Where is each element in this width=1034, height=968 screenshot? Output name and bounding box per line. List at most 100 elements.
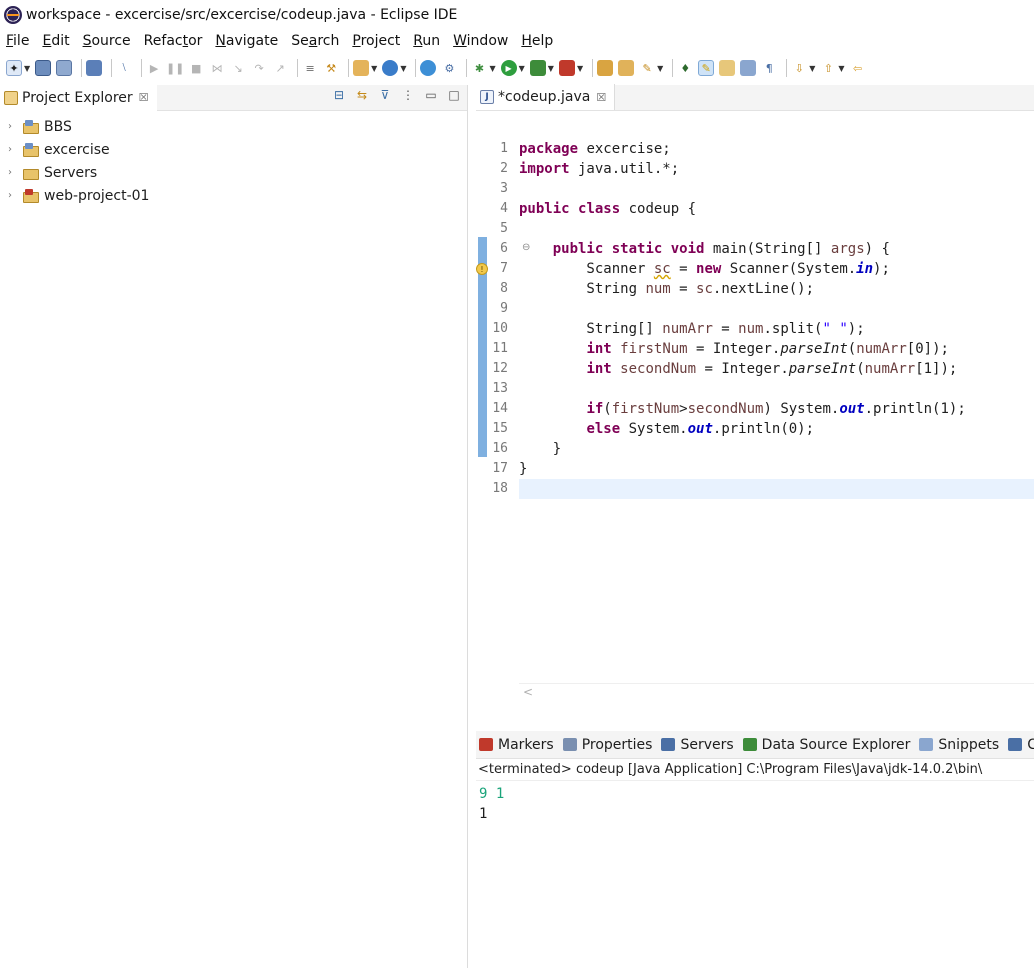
run-on-server-icon[interactable]: ⚙	[441, 60, 457, 76]
chevron-right-icon[interactable]: ›	[8, 190, 18, 201]
line-number: 7	[500, 261, 508, 276]
debug-icon[interactable]: ✱	[471, 60, 487, 76]
tree-item-label: excercise	[44, 141, 110, 158]
menu-item[interactable]: Refactor	[144, 33, 203, 49]
menu-item[interactable]: Search	[291, 33, 339, 49]
mark-occurrences-icon[interactable]: ✎	[698, 60, 715, 76]
chevron-down-icon[interactable]: ▼	[489, 64, 495, 73]
coverage-icon[interactable]	[529, 60, 546, 76]
menu-item[interactable]: Navigate	[215, 33, 278, 49]
menu-label-part: ile	[13, 33, 30, 49]
menu-item[interactable]: File	[6, 33, 29, 49]
next-annotation-icon[interactable]: ⇩	[791, 60, 807, 76]
save-all-icon[interactable]	[56, 60, 73, 76]
tab-project-explorer[interactable]: Project Explorer ☒	[0, 84, 157, 111]
tree-item-web-project-01[interactable]: › web-project-01	[0, 184, 467, 207]
tab-data-source-explorer[interactable]: Data Source Explorer	[740, 731, 917, 758]
disconnect-icon[interactable]: ⋈	[209, 60, 225, 76]
search-icon[interactable]: ✎	[639, 60, 655, 76]
new-icon[interactable]: ✦	[6, 60, 22, 76]
run-icon[interactable]: ▶	[500, 60, 517, 76]
link-with-editor-icon[interactable]: ⇆	[355, 88, 369, 102]
chevron-down-icon[interactable]: ▼	[519, 64, 525, 73]
line-number: 8	[500, 281, 508, 296]
java-file-icon: J	[480, 90, 494, 104]
minimize-icon[interactable]: ▭	[424, 88, 438, 102]
maximize-icon[interactable]: □	[447, 88, 461, 102]
project-tree: › BBS › excercise › Servers › web-project-01	[0, 111, 467, 207]
step-over-icon[interactable]: ↷	[251, 60, 267, 76]
collapse-all-icon[interactable]: ⊟	[332, 88, 346, 102]
step-return-icon[interactable]: ↗	[272, 60, 288, 76]
code-line: String num = sc.nextLine();	[519, 281, 815, 297]
tab-snippets[interactable]: Snippets	[916, 731, 1005, 758]
menu-item[interactable]: Source	[83, 33, 131, 49]
horizontal-scrollbar[interactable]: <	[519, 683, 1034, 699]
tree-item-excercise[interactable]: › excercise	[0, 138, 467, 161]
warning-icon[interactable]: !	[476, 263, 488, 275]
menu-item[interactable]: Project	[352, 33, 400, 49]
chevron-right-icon[interactable]: ›	[8, 144, 18, 155]
menu-item[interactable]: Help	[521, 33, 553, 49]
close-icon[interactable]: ☒	[596, 91, 606, 104]
project-explorer-tabbar: Project Explorer ☒ ⊟ ⇆ ⊽ ⋮ ▭ □	[0, 84, 467, 111]
tab-properties[interactable]: Properties	[560, 731, 659, 758]
chevron-down-icon[interactable]: ▼	[657, 64, 663, 73]
chevron-down-icon[interactable]: ▼	[548, 64, 554, 73]
chevron-down-icon[interactable]: ▼	[400, 64, 406, 73]
tab-console[interactable]: Co	[1005, 731, 1034, 758]
skip-breakpoints-icon[interactable]: ⧵	[116, 60, 132, 76]
tab-servers[interactable]: Servers	[658, 731, 739, 758]
tab-codeup-java[interactable]: J *codeup.java ☒	[476, 84, 616, 110]
view-menu-icon[interactable]: ⋮	[401, 88, 415, 102]
globe-icon[interactable]	[420, 60, 437, 76]
line-number: 5	[500, 221, 508, 236]
previous-annotation-icon[interactable]: ⇧	[820, 60, 836, 76]
chevron-right-icon[interactable]: ›	[8, 121, 18, 132]
console-output[interactable]: 9 1 1	[476, 781, 1034, 824]
chevron-down-icon[interactable]: ▼	[371, 64, 377, 73]
terminate-icon[interactable]: ■	[188, 60, 204, 76]
build-icon[interactable]: ⚒	[323, 60, 339, 76]
show-whitespace-icon[interactable]: ¶	[761, 60, 777, 76]
close-icon[interactable]: ☒	[139, 91, 149, 104]
external-tools-icon[interactable]	[558, 60, 575, 76]
resume-icon[interactable]: ▶	[146, 60, 162, 76]
pin-icon[interactable]: ♦	[677, 60, 693, 76]
tree-item-label: BBS	[44, 118, 72, 135]
menu-item[interactable]: Run	[413, 33, 440, 49]
menu-item[interactable]: Window	[453, 33, 508, 49]
new-java-project-icon[interactable]	[353, 60, 370, 76]
project-explorer-title: Project Explorer	[22, 89, 133, 106]
chevron-down-icon[interactable]: ▼	[24, 64, 30, 73]
chevron-down-icon[interactable]: ▼	[838, 64, 844, 73]
code-editor[interactable]: ! 1 2 3 4 5 6 7 8 9 10 11 12 13 14 15 16 17 18 ⊖ package e…	[476, 111, 1034, 699]
toolbar-separator	[415, 59, 417, 77]
menu-item[interactable]: Edit	[42, 33, 69, 49]
tree-item-bbs[interactable]: › BBS	[0, 115, 467, 138]
code-line: package excercise;	[519, 141, 671, 157]
menu-label-part: indow	[466, 33, 509, 49]
new-class-icon[interactable]	[382, 60, 399, 76]
chevron-down-icon[interactable]: ▼	[577, 64, 583, 73]
suspend-icon[interactable]: ❚❚	[166, 60, 184, 76]
use-step-filters-icon[interactable]: ≡	[302, 60, 318, 76]
title-bar: workspace - excercise/src/excercise/code…	[0, 0, 1034, 30]
chevron-down-icon[interactable]: ▼	[809, 64, 815, 73]
step-into-icon[interactable]: ↘	[230, 60, 246, 76]
chevron-right-icon[interactable]: ›	[8, 167, 18, 178]
menu-mnemonic: F	[6, 33, 14, 49]
menu-mnemonic: H	[521, 33, 532, 49]
open-type-icon[interactable]	[597, 60, 614, 76]
tab-markers[interactable]: Markers	[476, 731, 560, 758]
open-task-icon[interactable]	[618, 60, 635, 76]
back-icon[interactable]: ⇦	[850, 60, 866, 76]
word-wrap-icon[interactable]	[740, 60, 757, 76]
save-icon[interactable]	[35, 60, 52, 76]
filter-icon[interactable]: ⊽	[378, 88, 392, 102]
terminal-icon[interactable]	[86, 60, 103, 76]
code-text[interactable]: package excercise; import java.util.*; p…	[519, 111, 1034, 699]
block-selection-icon[interactable]	[719, 60, 736, 76]
menu-label-part: ource	[91, 33, 131, 49]
tree-item-servers[interactable]: › Servers	[0, 161, 467, 184]
